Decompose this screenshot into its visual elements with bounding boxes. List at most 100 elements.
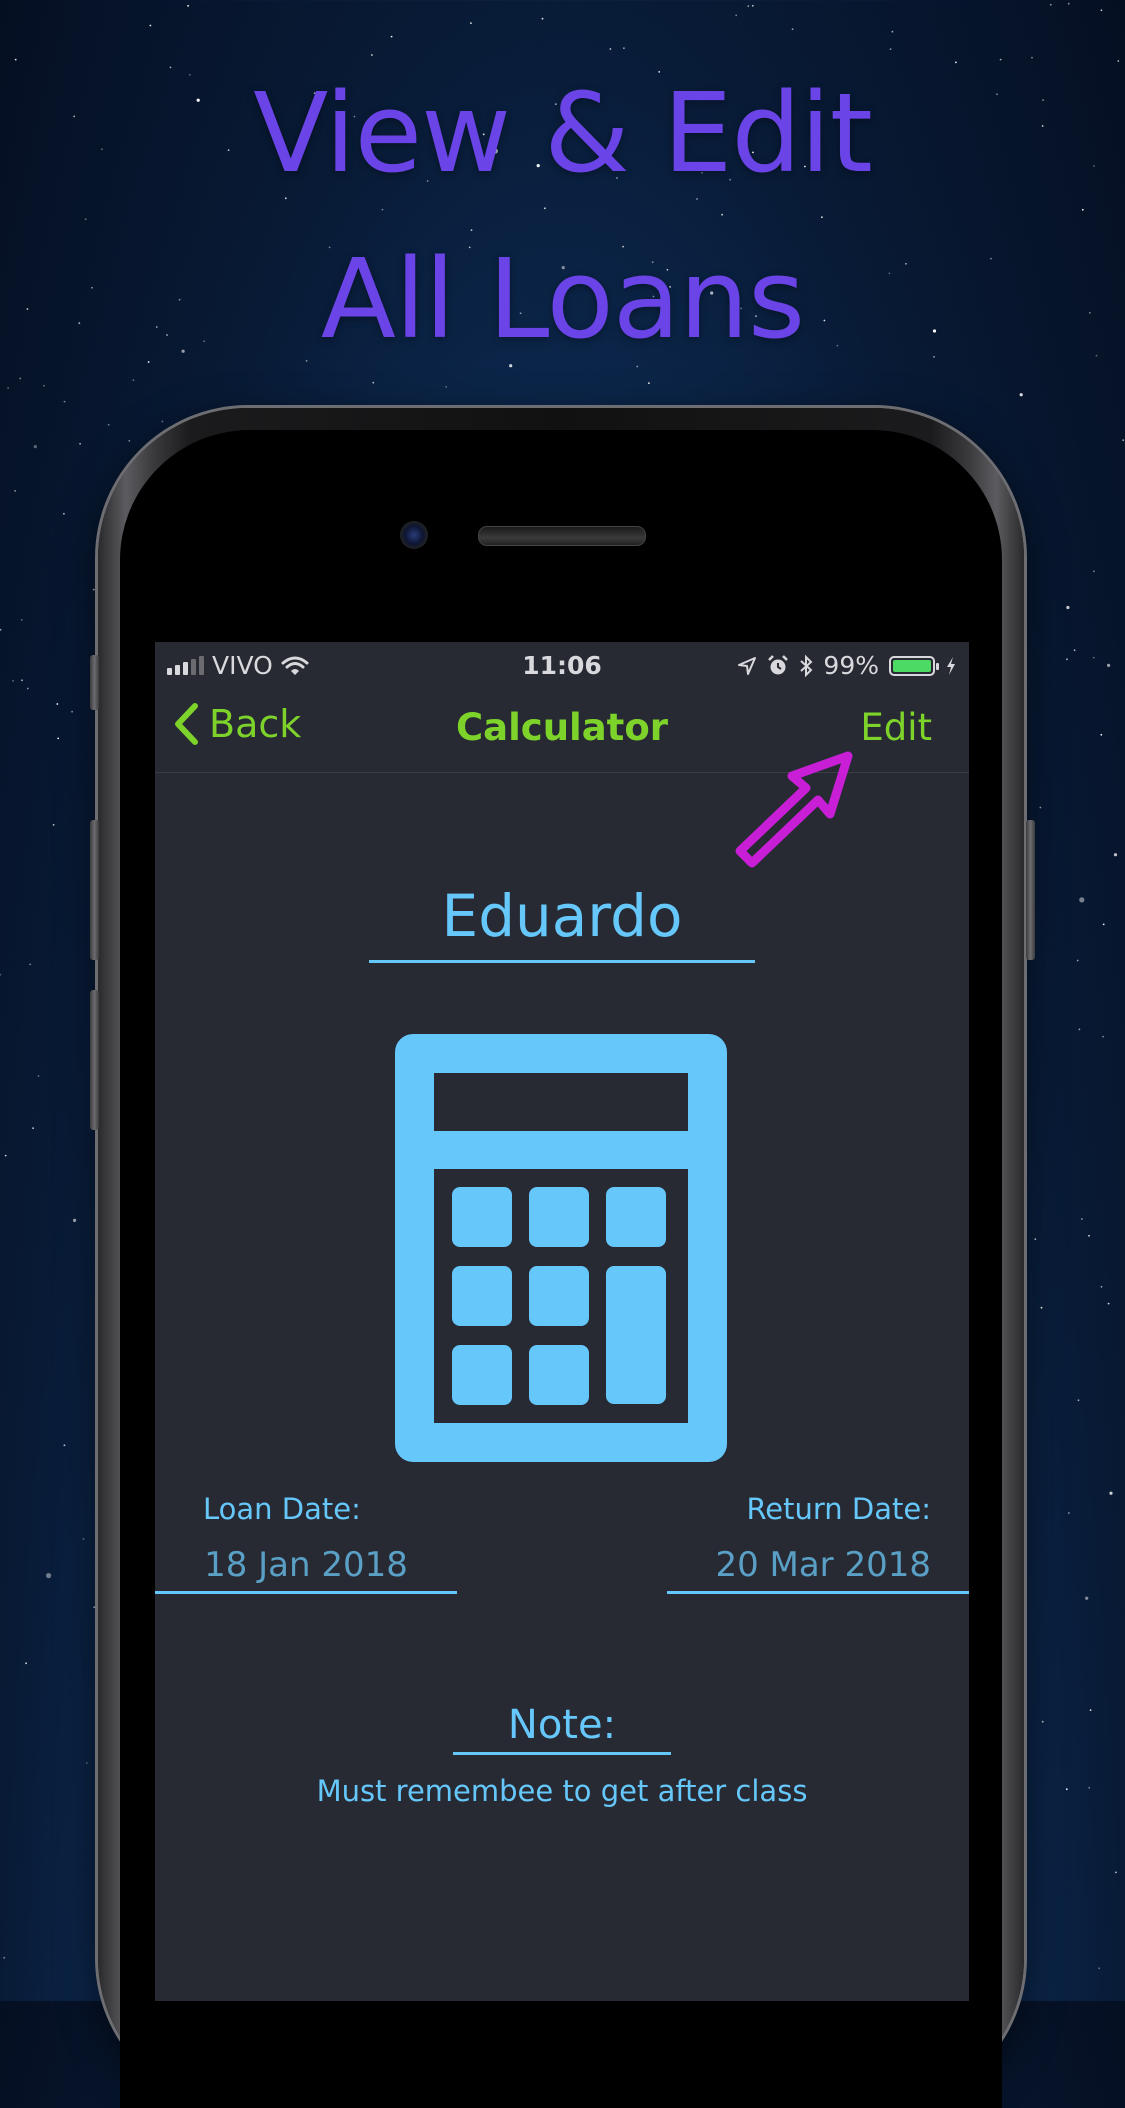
star — [128, 439, 131, 442]
star — [509, 364, 513, 368]
mute-switch — [90, 655, 99, 710]
star — [0, 973, 2, 976]
star — [891, 30, 894, 33]
star — [609, 48, 612, 50]
headline-line-1: View & Edit — [253, 69, 873, 197]
loan-date-field[interactable]: 18 Jan 2018 — [155, 1545, 457, 1594]
star — [92, 588, 95, 591]
star — [1098, 1967, 1101, 1970]
star — [169, 66, 172, 69]
location-icon — [738, 656, 757, 675]
star — [1100, 1285, 1103, 1288]
star — [1081, 208, 1084, 211]
star — [20, 619, 23, 621]
star — [1102, 923, 1105, 926]
star — [1067, 2, 1070, 5]
star — [1117, 60, 1120, 62]
star — [955, 61, 957, 64]
pointer-arrow-icon — [735, 751, 853, 868]
star — [1102, 1035, 1104, 1038]
star — [1095, 354, 1098, 357]
star — [1049, 3, 1052, 6]
star — [1066, 605, 1070, 610]
star — [1122, 439, 1125, 442]
star — [188, 73, 191, 76]
star — [161, 420, 164, 423]
star — [1079, 897, 1085, 903]
star — [37, 1075, 40, 1077]
star — [43, 384, 45, 387]
star — [93, 1606, 96, 1609]
star — [1100, 733, 1103, 736]
star — [4, 1154, 7, 1157]
star — [82, 1538, 85, 1540]
star — [46, 1573, 52, 1579]
star — [751, 4, 754, 7]
star — [1039, 806, 1042, 809]
star — [1089, 1709, 1092, 1711]
star — [747, 5, 750, 7]
star — [305, 360, 308, 362]
star — [1019, 393, 1023, 397]
star — [132, 379, 135, 382]
star — [470, 22, 472, 24]
star — [1107, 1302, 1110, 1305]
star — [14, 490, 16, 492]
star — [623, 47, 625, 50]
star — [1041, 1720, 1044, 1723]
star — [933, 356, 935, 358]
edit-button[interactable]: Edit — [860, 706, 932, 749]
star — [147, 361, 150, 363]
star — [79, 442, 81, 445]
bluetooth-icon — [800, 654, 813, 677]
alarm-icon — [768, 654, 789, 674]
star — [1113, 853, 1118, 857]
return-date-field[interactable]: 20 Mar 2018 — [667, 1545, 969, 1594]
star — [791, 28, 794, 31]
star — [3, 1956, 6, 1959]
star — [26, 687, 29, 690]
star — [1065, 1788, 1068, 1791]
star — [648, 382, 650, 384]
star — [1078, 1028, 1081, 1031]
headline-line-2: All Loans — [320, 235, 805, 363]
volume-up-button — [90, 820, 99, 960]
status-bar: VIVO 11:06 99% — [155, 642, 969, 684]
earpiece-speaker — [478, 526, 646, 546]
battery-icon — [889, 655, 939, 676]
star — [1093, 570, 1095, 573]
star — [721, 213, 723, 216]
star — [445, 386, 448, 388]
star — [56, 703, 59, 705]
loan-item-name[interactable]: Eduardo — [369, 882, 755, 963]
star — [636, 365, 639, 368]
star — [63, 400, 66, 403]
calculator-icon[interactable] — [395, 1034, 727, 1462]
star — [52, 824, 55, 826]
return-date-label: Return Date: — [746, 1492, 931, 1526]
star — [1085, 1596, 1089, 1600]
star — [187, 5, 190, 7]
star — [1088, 1234, 1090, 1237]
star — [29, 963, 32, 966]
star — [107, 423, 110, 426]
star — [544, 207, 546, 210]
note-text[interactable]: Must remembee to get after class — [155, 1774, 969, 1808]
star — [1109, 1491, 1113, 1495]
star — [1066, 658, 1068, 661]
star — [33, 445, 37, 449]
star — [63, 1444, 66, 1447]
nav-title: Calculator — [455, 706, 669, 749]
star — [149, 24, 152, 27]
star — [84, 218, 87, 221]
star — [1081, 1218, 1083, 1220]
volume-down-button — [90, 990, 99, 1130]
star — [696, 198, 698, 200]
star — [1092, 656, 1095, 659]
star — [7, 387, 9, 389]
star — [14, 58, 17, 61]
star — [999, 58, 1002, 61]
star — [284, 197, 287, 200]
star — [1040, 1306, 1043, 1309]
star — [372, 381, 375, 384]
